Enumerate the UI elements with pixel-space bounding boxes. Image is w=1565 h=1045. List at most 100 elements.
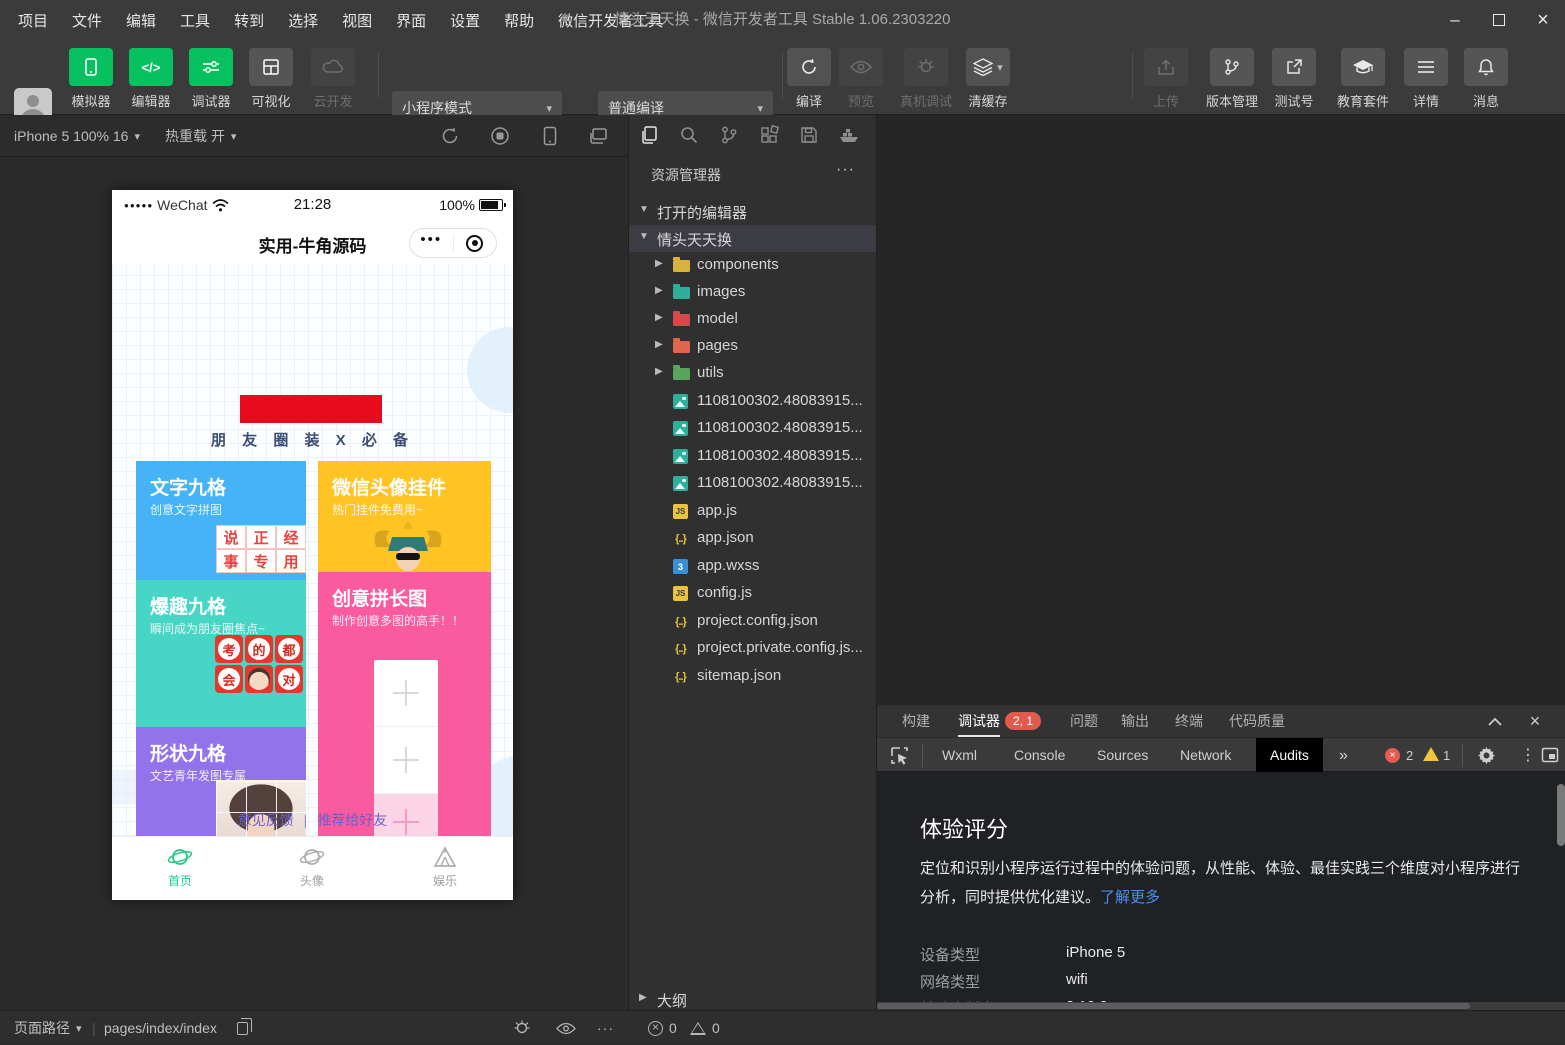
tree-item-file[interactable]: 1108100302.48083915... (629, 470, 877, 497)
tree-item-file[interactable]: {..} sitemap.json (629, 663, 877, 690)
save-icon[interactable] (789, 115, 829, 155)
vertical-scrollbar[interactable] (1557, 784, 1565, 846)
device-debug-button[interactable]: 真机调试 (898, 48, 954, 110)
menu-file[interactable]: 文件 (72, 10, 102, 31)
tab-problems[interactable]: 问题 (1070, 705, 1098, 737)
search-icon[interactable] (669, 115, 709, 155)
devtools-tab-wxml[interactable]: Wxml (942, 738, 977, 773)
page-path-select[interactable]: 页面路径 ▾ (14, 1011, 82, 1045)
record-stop-button[interactable] (488, 124, 512, 148)
test-account-button[interactable]: 测试号 (1271, 48, 1317, 110)
collapse-panel-button[interactable] (1481, 705, 1509, 737)
menu-tools[interactable]: 工具 (180, 10, 210, 31)
tree-item-file[interactable]: JS config.js (629, 580, 877, 607)
tab-code-quality[interactable]: 代码质量 (1229, 705, 1285, 737)
tree-item-file[interactable]: 1108100302.48083915... (629, 415, 877, 442)
close-panel-button[interactable]: × (1521, 705, 1549, 737)
ship-icon[interactable] (829, 115, 869, 155)
statusbar-debug-button[interactable] (512, 1011, 532, 1045)
tab-fun[interactable]: 娱乐 (405, 845, 485, 889)
tree-item-folder[interactable]: ▶ images (629, 279, 877, 306)
rotate-button[interactable] (438, 124, 462, 148)
menu-edit[interactable]: 编辑 (126, 10, 156, 31)
compile-button[interactable]: 编译 (786, 48, 832, 110)
close-button[interactable]: × (1521, 0, 1565, 40)
menu-interface[interactable]: 界面 (396, 10, 426, 31)
statusbar-more-button[interactable]: ··· (597, 1011, 614, 1045)
cloud-toggle[interactable]: 云开发 (310, 48, 356, 110)
more-tabs-button[interactable]: » (1339, 738, 1348, 773)
multi-window-button[interactable] (586, 124, 610, 148)
problems-warnings[interactable]: 0 (690, 1011, 720, 1045)
extensions-icon[interactable] (749, 115, 789, 155)
tree-item-folder[interactable]: ▶ components (629, 252, 877, 279)
devtools-tab-console[interactable]: Console (1014, 738, 1065, 773)
tile-longimage[interactable]: 创意拼长图 制作创意多图的高手！！ 示例图 (318, 572, 491, 836)
minimize-button[interactable]: – (1433, 0, 1477, 40)
menu-settings[interactable]: 设置 (450, 10, 480, 31)
learn-more-link[interactable]: 了解更多 (1100, 889, 1160, 906)
device-view-button[interactable] (538, 124, 562, 148)
more-actions-icon[interactable]: ··· (836, 161, 855, 179)
edu-suite-button[interactable]: 教育套件 (1334, 48, 1392, 110)
tab-avatar[interactable]: 头像 (272, 845, 352, 889)
warning-count[interactable]: 1 (1443, 738, 1450, 773)
tree-item-folder[interactable]: ▶ pages (629, 333, 877, 360)
problems-errors[interactable]: 0 (648, 1011, 677, 1045)
device-select[interactable]: iPhone 5 100% 16 ▾ (14, 115, 140, 157)
maximize-button[interactable] (1477, 0, 1521, 40)
upload-button[interactable]: 上传 (1143, 48, 1189, 110)
tile-text9[interactable]: 文字九格 创意文字拼图 说 正 经 事 专 用 (136, 461, 306, 580)
tab-build[interactable]: 构建 (902, 705, 930, 737)
tab-terminal[interactable]: 终端 (1175, 705, 1203, 737)
copy-path-button[interactable] (237, 1011, 248, 1045)
error-count[interactable]: 2 (1406, 738, 1413, 773)
tree-item-file[interactable]: 3 app.wxss (629, 553, 877, 580)
section-open-editors[interactable]: ▼ 打开的编辑器 (629, 198, 877, 225)
devtools-tab-network[interactable]: Network (1180, 738, 1231, 773)
tree-item-file[interactable]: {..} project.private.config.js... (629, 635, 877, 662)
tile-fun9[interactable]: 爆趣九格 瞬间成为朋友圈焦点~ 考 的 都 会 对 (136, 580, 306, 727)
tab-output[interactable]: 输出 (1121, 705, 1149, 737)
section-outline[interactable]: ▶ 大纲 (629, 986, 877, 1013)
banner-image[interactable] (240, 395, 382, 423)
menu-devtools[interactable]: 微信开发者工具 (558, 10, 663, 31)
dock-button[interactable] (1541, 747, 1559, 763)
message-button[interactable]: 消息 (1463, 48, 1509, 110)
menu-view[interactable]: 视图 (342, 10, 372, 31)
tree-item-file[interactable]: 1108100302.48083915... (629, 388, 877, 415)
preview-button[interactable]: 预览 (838, 48, 884, 110)
tree-item-folder[interactable]: ▶ utils (629, 360, 877, 387)
section-project-root[interactable]: ▼ 情头天天换 (629, 225, 877, 252)
visual-toggle[interactable]: 可视化 (248, 48, 294, 110)
devtools-menu-button[interactable]: ⋮ (1520, 738, 1536, 773)
version-manage-button[interactable]: 版本管理 (1203, 48, 1261, 110)
details-button[interactable]: 详情 (1403, 48, 1449, 110)
devtools-tab-sources[interactable]: Sources (1097, 738, 1148, 773)
files-icon[interactable] (629, 115, 669, 155)
git-branch-icon[interactable] (709, 115, 749, 155)
menu-goto[interactable]: 转到 (234, 10, 264, 31)
more-menu-button[interactable]: ••• (410, 229, 453, 257)
menu-select[interactable]: 选择 (288, 10, 318, 31)
hot-reload-toggle[interactable]: 热重载 开 ▾ (165, 115, 236, 157)
editor-toggle[interactable]: </> 编辑器 (128, 48, 174, 110)
tab-home[interactable]: 首页 (140, 845, 220, 889)
tab-debugger[interactable]: 调试器 (958, 705, 1000, 737)
tile-pendant[interactable]: 微信头像挂件 热门挂件免费用~ (318, 461, 491, 572)
tree-item-file[interactable]: JS app.js (629, 498, 877, 525)
menu-help[interactable]: 帮助 (504, 10, 534, 31)
tree-item-file[interactable]: {..} app.json (629, 525, 877, 552)
devtools-tab-audits[interactable]: Audits (1256, 738, 1323, 773)
tree-item-folder[interactable]: ▶ model (629, 306, 877, 333)
recommend-link[interactable]: 推荐给好友 (317, 812, 387, 828)
simulator-toggle[interactable]: 模拟器 (68, 48, 114, 110)
tree-item-file[interactable]: {..} project.config.json (629, 608, 877, 635)
feedback-link[interactable]: 意见反馈 (238, 812, 294, 828)
tree-item-file[interactable]: 1108100302.48083915... (629, 443, 877, 470)
exit-miniapp-button[interactable] (454, 229, 497, 257)
debugger-toggle[interactable]: 调试器 (188, 48, 234, 110)
horizontal-scrollbar[interactable] (877, 1002, 1565, 1010)
statusbar-preview-button[interactable] (556, 1011, 576, 1045)
devtools-settings-button[interactable] (1477, 746, 1496, 765)
